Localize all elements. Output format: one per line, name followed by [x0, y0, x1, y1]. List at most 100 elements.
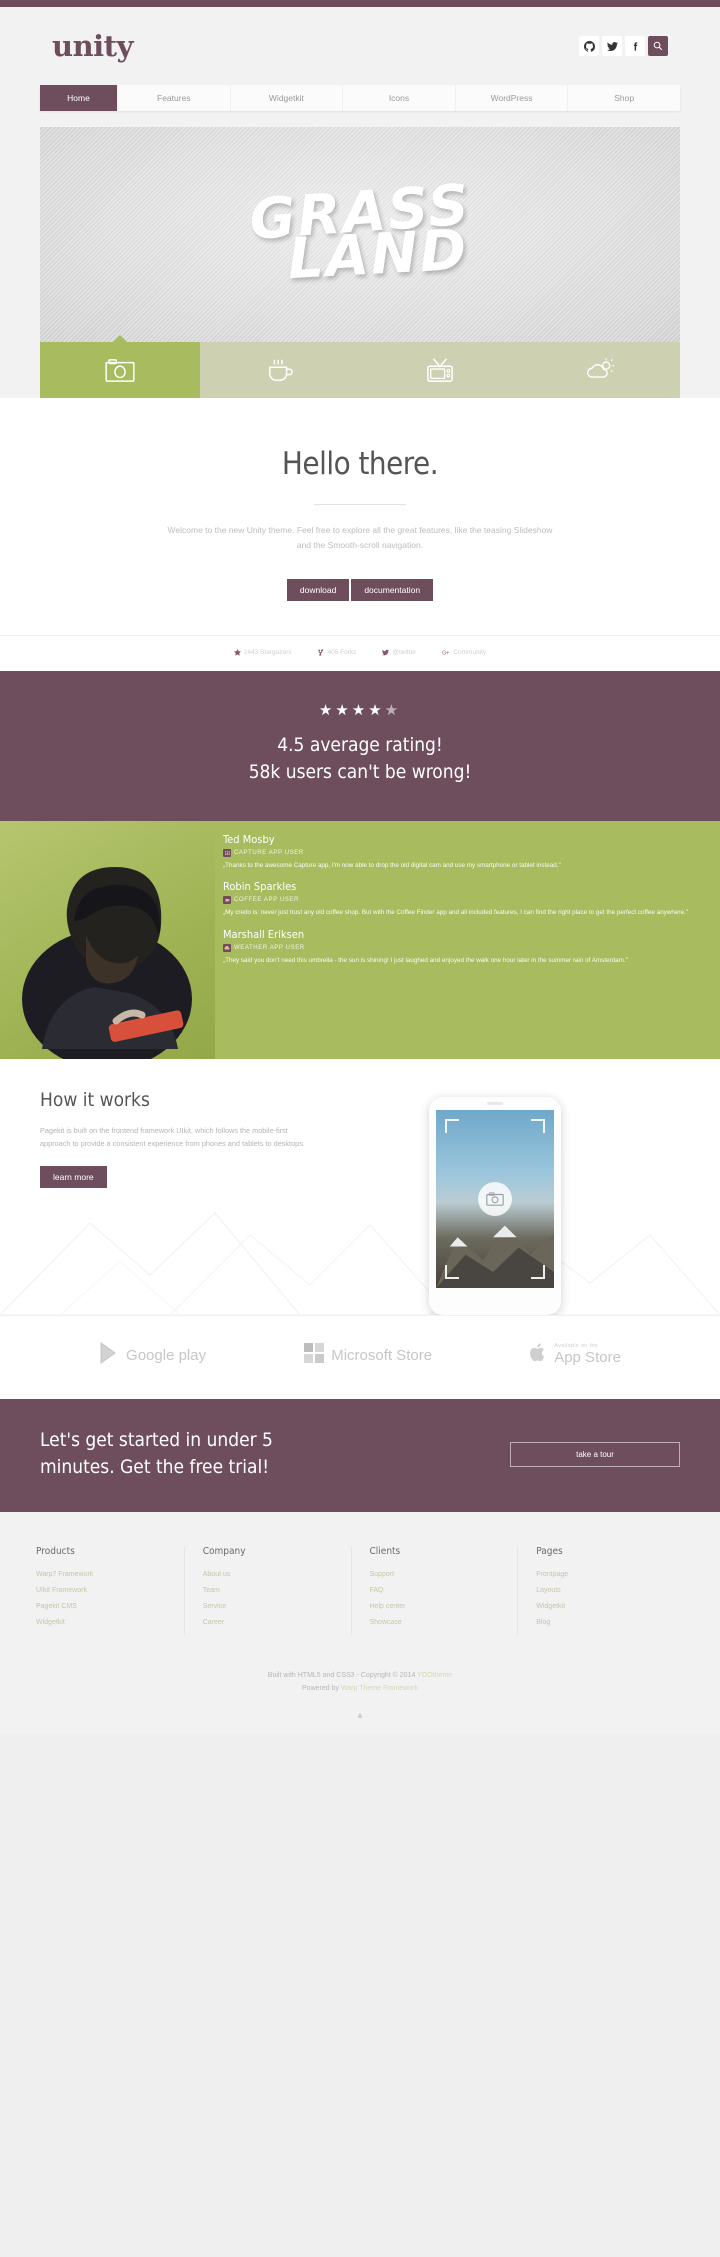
footer-column-pages: Pages Frontpage Layouts Widgetkit Blog: [517, 1545, 684, 1635]
camera-icon: [223, 848, 231, 857]
app-store-badges: Google play Microsoft Store Available on…: [0, 1314, 720, 1399]
social-stats-bar: 2443 Stargazers 405 Forks @twitter G+ Co…: [0, 634, 720, 671]
download-button[interactable]: download: [286, 578, 350, 601]
how-it-works-description: Pagekit is built on the frontend framewo…: [40, 1125, 305, 1148]
stat-community[interactable]: G+ Community: [442, 649, 486, 656]
footer-link[interactable]: Support: [370, 1571, 504, 1578]
camera-icon: [486, 1192, 504, 1206]
footer-column-title: Products: [36, 1545, 75, 1557]
cta-headline: Let's get started in under 5 minutes. Ge…: [40, 1428, 273, 1479]
page-title: Hello there.: [281, 446, 439, 482]
footer-column-products: Products Warp7 Framework UIkit Framework…: [36, 1546, 184, 1635]
footer-link[interactable]: About us: [203, 1571, 337, 1578]
stat-forks-label: 405 Forks: [327, 648, 357, 656]
yootheme-link[interactable]: YOOtheme: [417, 1672, 452, 1679]
phone-screen: [436, 1109, 554, 1288]
footer-link[interactable]: Career: [203, 1619, 337, 1626]
take-a-tour-button[interactable]: take a tour: [510, 1441, 680, 1467]
nav-item-icons[interactable]: Icons: [343, 85, 456, 111]
phone-mockup-area: [310, 1089, 680, 1315]
facebook-icon[interactable]: [625, 36, 645, 56]
footer-column-title: Company: [202, 1545, 246, 1557]
nav-item-home[interactable]: Home: [40, 85, 118, 111]
divider: [314, 504, 406, 505]
footer-link[interactable]: Pagekit CMS: [36, 1603, 170, 1610]
footer-link[interactable]: Widgetkit: [36, 1619, 170, 1626]
documentation-button[interactable]: documentation: [351, 578, 434, 601]
television-icon: [426, 357, 454, 383]
nav-item-shop[interactable]: Shop: [568, 85, 680, 111]
slideshow-stage[interactable]: GRASS LAND: [40, 127, 680, 342]
slideshow-tab-coffee[interactable]: [200, 342, 360, 398]
stat-community-label: Community: [453, 648, 487, 656]
social-icon-group: [579, 36, 668, 56]
footer-link[interactable]: FAQ: [370, 1587, 504, 1594]
shutter-button[interactable]: [478, 1181, 512, 1216]
nav-item-wordpress[interactable]: WordPress: [456, 85, 569, 111]
app-store-name: App Store: [554, 1349, 621, 1367]
back-to-top-button[interactable]: ▲: [36, 1710, 684, 1734]
nav-item-widgetkit[interactable]: Widgetkit: [231, 85, 344, 111]
phone-mockup: [429, 1096, 561, 1315]
microsoft-store-badge[interactable]: Microsoft Store: [304, 1342, 432, 1368]
footer-link[interactable]: Team: [203, 1587, 337, 1594]
rating-stars-full: ★★★★: [318, 701, 385, 719]
testimonial-quote: „My credo is: never just trust any old c…: [223, 909, 688, 917]
focus-bracket-bottom-right: [531, 1264, 545, 1279]
footer-link[interactable]: Frontpage: [536, 1571, 670, 1578]
site-header: unity: [0, 7, 720, 85]
camera-icon: [105, 358, 135, 382]
footer-link[interactable]: Service: [203, 1603, 337, 1610]
cloud-icon: [223, 943, 231, 952]
google-play-badge[interactable]: Google play: [99, 1341, 206, 1369]
stat-stargazers[interactable]: 2443 Stargazers: [233, 648, 292, 656]
site-logo[interactable]: unity: [52, 29, 133, 63]
person-illustration: [22, 866, 192, 1059]
footer-legal: Built with HTML5 and CSS3 - Copyright © …: [36, 1635, 684, 1710]
slideshow-tab-tv[interactable]: [360, 342, 520, 398]
testimonial-role: WEATHER APP USER: [223, 943, 702, 952]
sun-cloud-weather-icon: [585, 357, 615, 383]
footer-link[interactable]: Showcase: [370, 1619, 504, 1626]
twitter-icon: [382, 649, 390, 656]
github-icon[interactable]: [579, 36, 599, 56]
stat-stargazers-label: 2443 Stargazers: [243, 648, 292, 656]
rating-star-half: ★: [384, 701, 402, 719]
main-navigation-wrapper: Home Features Widgetkit Icons WordPress …: [0, 85, 720, 111]
powered-by-text: Powered by: [302, 1685, 341, 1693]
slideshow-wrapper: GRASS LAND: [0, 127, 720, 398]
twitter-icon[interactable]: [602, 36, 622, 56]
testimonial-list: Ted Mosby CAPTURE APP USER „Thanks to th…: [215, 821, 720, 1059]
footer-link[interactable]: Blog: [536, 1619, 670, 1626]
rating-line1: 4.5 average rating!: [277, 733, 443, 756]
focus-bracket-top-right: [531, 1118, 545, 1133]
footer-link[interactable]: UIkit Framework: [36, 1587, 170, 1594]
testimonial-item: Robin Sparkles COFFEE APP USER „My credo…: [223, 880, 702, 918]
page-root: unity Home Features Widgetkit Icons Word…: [0, 7, 720, 1734]
footer-link[interactable]: Widgetkit: [536, 1603, 670, 1610]
svg-text:G+: G+: [442, 650, 449, 656]
stat-twitter-label: @twitter: [392, 648, 417, 656]
coffee-cup-icon: [223, 896, 231, 905]
how-it-works-title: How it works: [40, 1088, 150, 1111]
learn-more-button[interactable]: learn more: [40, 1166, 107, 1189]
site-footer: Products Warp7 Framework UIkit Framework…: [0, 1511, 720, 1734]
app-store-badge[interactable]: Available on the App Store: [530, 1342, 621, 1368]
testimonial-quote: „Thanks to the awesome Capture app, I'm …: [223, 861, 561, 869]
footer-link[interactable]: Help center: [370, 1603, 504, 1610]
search-icon[interactable]: [648, 36, 668, 56]
nav-item-features[interactable]: Features: [118, 85, 231, 111]
footer-link[interactable]: Warp7 Framework: [36, 1571, 170, 1578]
warp-framework-link[interactable]: Warp Theme Framework: [341, 1685, 418, 1692]
slideshow-tab-weather[interactable]: [520, 342, 680, 398]
microsoft-store-icon: [304, 1342, 325, 1368]
slideshow-tabs: [40, 335, 680, 398]
how-it-works-text: How it works Pagekit is built on the fro…: [40, 1089, 310, 1315]
footer-columns: Products Warp7 Framework UIkit Framework…: [36, 1545, 684, 1635]
how-it-works-section: How it works Pagekit is built on the fro…: [0, 1058, 720, 1315]
google-plus-icon: G+: [442, 649, 450, 656]
stat-forks[interactable]: 405 Forks: [317, 649, 356, 656]
stat-twitter[interactable]: @twitter: [382, 649, 416, 656]
slideshow-tab-capture[interactable]: [40, 335, 200, 398]
footer-link[interactable]: Layouts: [536, 1587, 670, 1594]
